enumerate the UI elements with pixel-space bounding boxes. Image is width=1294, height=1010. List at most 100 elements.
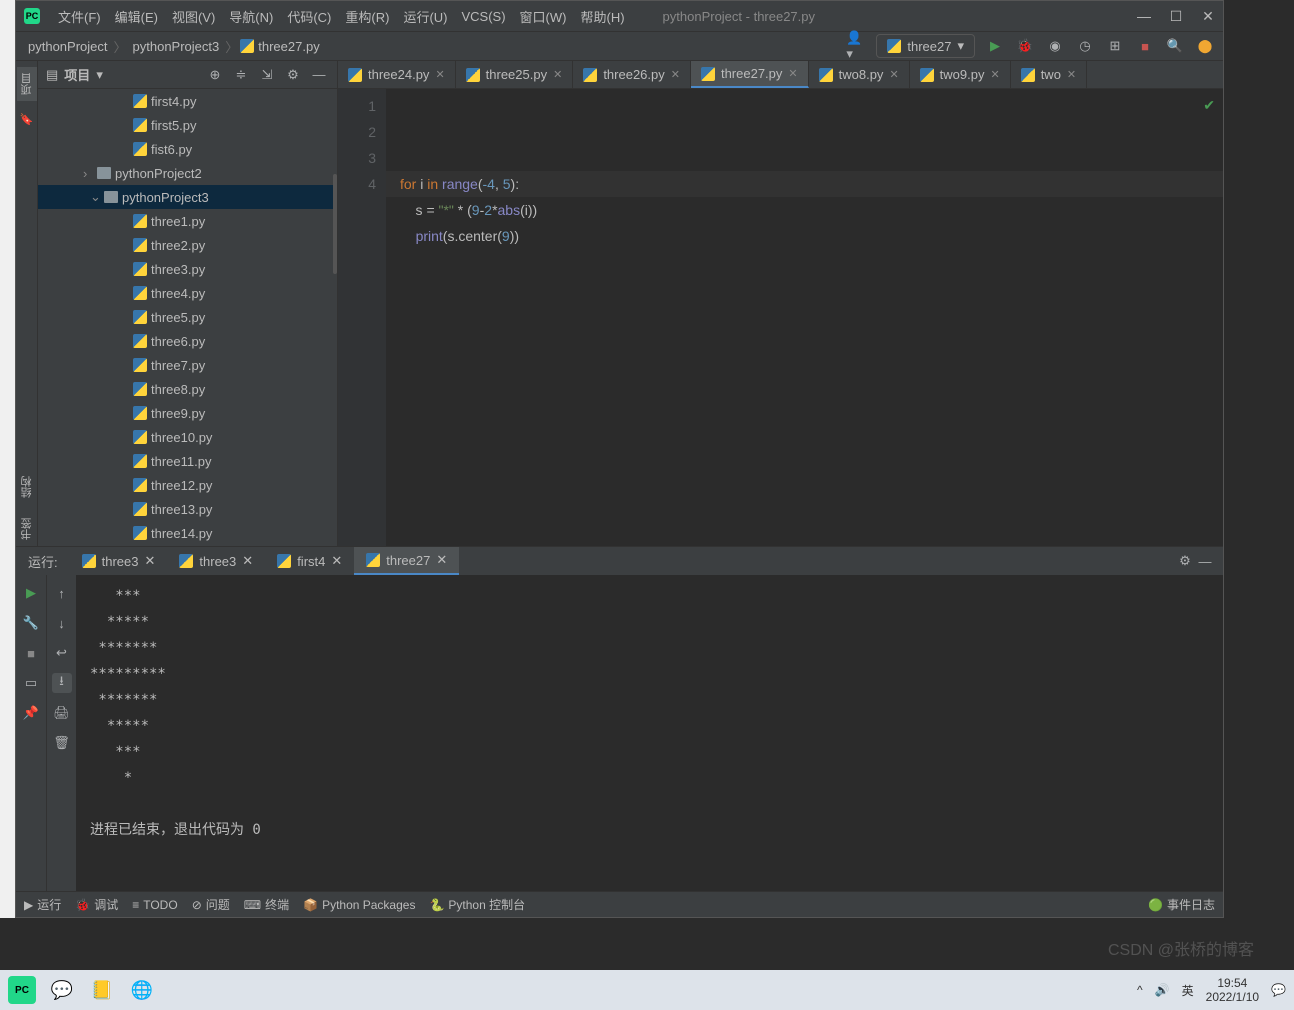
editor-tab[interactable]: three24.py✕ [338, 61, 456, 88]
close-tab-icon[interactable]: ✕ [435, 68, 444, 81]
menu-view[interactable]: 视图(V) [166, 3, 221, 30]
dropdown-icon[interactable]: ▾ [96, 67, 103, 83]
hide-run-icon[interactable]: ― [1195, 551, 1215, 571]
editor-tab[interactable]: two✕ [1011, 61, 1087, 88]
tree-file[interactable]: three13.py [38, 497, 337, 521]
scroll-to-end-icon[interactable]: ⭳ [52, 673, 72, 693]
stop-button[interactable]: ■ [1135, 36, 1155, 56]
run-button[interactable]: ▶ [985, 36, 1005, 56]
concurrency-button[interactable]: ⊞ [1105, 36, 1125, 56]
soft-wrap-icon[interactable]: ↩ [52, 643, 72, 663]
inspection-ok-icon[interactable]: ✔ [1203, 97, 1215, 114]
run-settings-icon[interactable]: ⚙ [1175, 551, 1195, 571]
project-tree[interactable]: first4.pyfirst5.pyfist6.py›pythonProject… [38, 89, 337, 546]
menu-window[interactable]: 窗口(W) [514, 3, 573, 30]
status-console[interactable]: 🐍 Python 控制台 [429, 896, 525, 913]
close-tab-icon[interactable]: ✕ [242, 553, 253, 569]
scrollbar[interactable] [333, 174, 337, 274]
tree-file[interactable]: three7.py [38, 353, 337, 377]
tray-volume-icon[interactable]: 🔊 [1155, 983, 1170, 997]
tray-notifications-icon[interactable]: 💬 [1271, 983, 1286, 997]
tray-clock[interactable]: 19:54 2022/1/10 [1206, 976, 1259, 1004]
layout-button[interactable]: ▭ [21, 673, 41, 693]
bookmarks-tool-tab[interactable]: 🔖 [17, 109, 37, 129]
profile-button[interactable]: ◷ [1075, 36, 1095, 56]
breadcrumb-file[interactable]: three27.py [254, 39, 323, 54]
settings-icon[interactable]: ⚙ [283, 65, 303, 85]
tree-file[interactable]: three14.py [38, 521, 337, 545]
close-tab-icon[interactable]: ✕ [331, 553, 342, 569]
status-packages[interactable]: 📦 Python Packages [303, 898, 415, 912]
editor-tab[interactable]: three25.py✕ [456, 61, 574, 88]
code-area[interactable]: for i in range(-4, 5): s = "*" * (9-2*ab… [386, 89, 1223, 546]
taskbar-wechat-icon[interactable]: 💬 [48, 976, 76, 1004]
stop-run-button[interactable]: ■ [21, 643, 41, 663]
hide-icon[interactable]: ― [309, 65, 329, 85]
taskbar-edge-icon[interactable]: 🌐 [128, 976, 156, 1004]
editor-tab[interactable]: two8.py✕ [809, 61, 910, 88]
breadcrumb-folder[interactable]: pythonProject3 [129, 39, 224, 54]
tree-file[interactable]: three1.py [38, 209, 337, 233]
tree-file[interactable]: first5.py [38, 113, 337, 137]
menu-code[interactable]: 代码(C) [281, 3, 337, 30]
close-tab-icon[interactable]: ✕ [553, 68, 562, 81]
run-configuration-selector[interactable]: three27 ▾ [876, 34, 975, 58]
close-tab-icon[interactable]: ✕ [145, 553, 156, 569]
tree-file[interactable]: three10.py [38, 425, 337, 449]
console-output[interactable]: *** ***** ******* ********* ******* ****… [76, 575, 1223, 891]
tree-file[interactable]: three8.py [38, 377, 337, 401]
status-todo[interactable]: ≡ TODO [132, 898, 177, 912]
debug-button[interactable]: 🐞 [1015, 36, 1035, 56]
close-icon[interactable]: ✕ [1201, 9, 1215, 23]
down-icon[interactable]: ↓ [52, 613, 72, 633]
tree-folder-collapsed[interactable]: ›pythonProject2 [38, 161, 337, 185]
status-run[interactable]: ▶ 运行 [24, 896, 61, 913]
menu-help[interactable]: 帮助(H) [574, 3, 630, 30]
close-tab-icon[interactable]: ✕ [436, 552, 447, 568]
run-tab[interactable]: three3✕ [167, 547, 265, 575]
menu-run[interactable]: 运行(U) [397, 3, 453, 30]
tree-file[interactable]: three4.py [38, 281, 337, 305]
rerun-button[interactable]: ▶ [21, 583, 41, 603]
breadcrumb-root[interactable]: pythonProject [24, 39, 112, 54]
status-debug[interactable]: 🐞 调试 [75, 896, 118, 913]
close-tab-icon[interactable]: ✕ [889, 68, 898, 81]
run-tab[interactable]: three3✕ [70, 547, 168, 575]
close-tab-icon[interactable]: ✕ [1067, 68, 1076, 81]
search-everywhere-button[interactable]: 🔍 [1165, 36, 1185, 56]
tree-file[interactable]: three5.py [38, 305, 337, 329]
tree-file[interactable]: three2.py [38, 233, 337, 257]
menu-file[interactable]: 文件(F) [52, 3, 107, 30]
status-eventlog[interactable]: 🟢 事件日志 [1148, 896, 1215, 913]
tree-file[interactable]: three9.py [38, 401, 337, 425]
editor-tab[interactable]: three26.py✕ [573, 61, 691, 88]
status-terminal[interactable]: ⌨ 终端 [244, 896, 289, 913]
tree-file[interactable]: first4.py [38, 89, 337, 113]
collapse-all-icon[interactable]: ⇲ [257, 65, 277, 85]
menu-edit[interactable]: 编辑(E) [109, 3, 164, 30]
minimize-icon[interactable]: ― [1137, 9, 1151, 23]
close-tab-icon[interactable]: ✕ [990, 68, 999, 81]
menu-vcs[interactable]: VCS(S) [455, 5, 511, 28]
run-tab[interactable]: first4✕ [265, 547, 354, 575]
project-tool-tab[interactable]: 项目 [17, 67, 37, 101]
clear-icon[interactable]: 🗑 [52, 733, 72, 753]
expand-all-icon[interactable]: ≑ [231, 65, 251, 85]
editor-tab[interactable]: three27.py✕ [691, 61, 809, 88]
tree-file[interactable]: three15.py [38, 545, 337, 546]
close-tab-icon[interactable]: ✕ [788, 67, 797, 80]
modify-run-config-button[interactable]: 🔧 [21, 613, 41, 633]
editor-tab[interactable]: two9.py✕ [910, 61, 1011, 88]
run-tab[interactable]: three27✕ [354, 547, 459, 575]
close-tab-icon[interactable]: ✕ [671, 68, 680, 81]
status-problems[interactable]: ⊘ 问题 [192, 896, 230, 913]
tree-file[interactable]: three3.py [38, 257, 337, 281]
tray-lang[interactable]: 英 [1182, 982, 1194, 999]
tree-folder-expanded[interactable]: ⌄pythonProject3 [38, 185, 337, 209]
menu-refactor[interactable]: 重构(R) [339, 3, 395, 30]
structure-tool-tab[interactable]: 结构 [17, 470, 37, 504]
menu-nav[interactable]: 导航(N) [223, 3, 279, 30]
pin-button[interactable]: 📌 [21, 703, 41, 723]
up-icon[interactable]: ↑ [52, 583, 72, 603]
taskbar-notes-icon[interactable]: 📒 [88, 976, 116, 1004]
